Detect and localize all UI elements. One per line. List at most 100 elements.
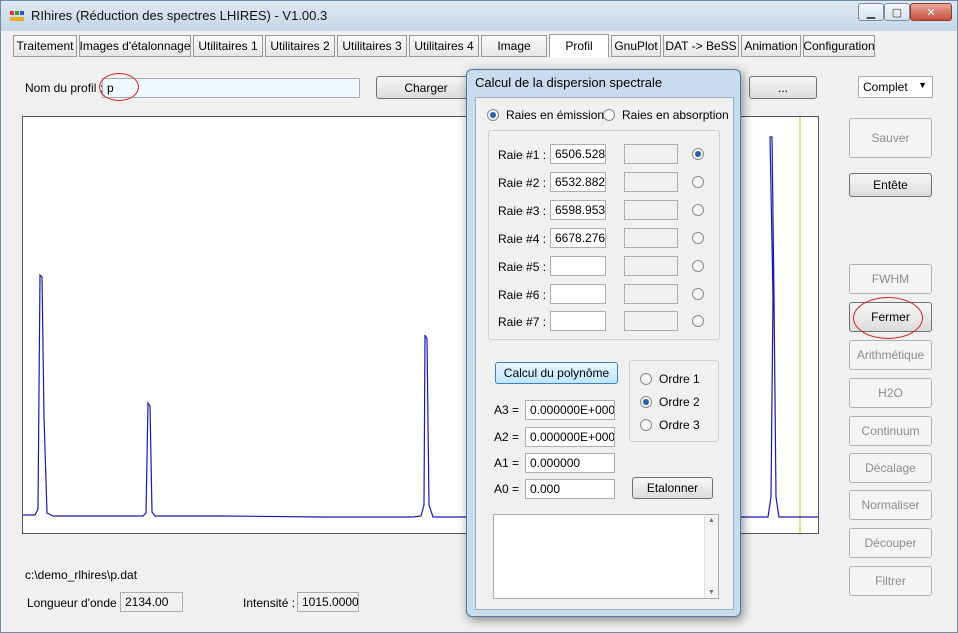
absorption-label: Raies en absorption: [622, 108, 729, 122]
normalize-button[interactable]: Normaliser: [849, 490, 932, 520]
tab-utilitaires-4[interactable]: Utilitaires 4: [409, 35, 479, 57]
mode-select[interactable]: Complet ▼: [858, 76, 933, 98]
browse-button[interactable]: ...: [749, 76, 817, 99]
coeff-a2-field[interactable]: 0.000000E+000: [525, 427, 615, 447]
order-3-radio[interactable]: [640, 419, 652, 431]
filter-button[interactable]: Filtrer: [849, 566, 932, 596]
dialog-title: Calcul de la dispersion spectrale: [475, 75, 663, 90]
tab-dat-bess[interactable]: DAT -> BeSS: [663, 35, 739, 57]
coeff-a3-label: A3 =: [494, 403, 520, 417]
close-icon: ✕: [926, 6, 936, 19]
line-3-result: [624, 200, 678, 220]
order-3-label: Ordre 3: [659, 418, 700, 432]
order-2-label: Ordre 2: [659, 395, 700, 409]
maximize-icon: ▢: [891, 6, 903, 19]
tab-utilitaires-3[interactable]: Utilitaires 3: [337, 35, 407, 57]
line-1-result: [624, 144, 678, 164]
cut-button[interactable]: Découper: [849, 528, 932, 558]
coeff-a0-field[interactable]: 0.000: [525, 479, 615, 499]
line-6-result: [624, 284, 678, 304]
line-3-radio[interactable]: [692, 204, 704, 216]
app-icon: [9, 8, 25, 24]
scroll-up-icon[interactable]: ▲: [708, 517, 715, 524]
absorption-radio[interactable]: [603, 109, 615, 121]
shift-button[interactable]: Décalage: [849, 453, 932, 483]
log-textarea[interactable]: ▲ ▼: [493, 514, 719, 599]
line-7-result: [624, 311, 678, 331]
line-4-radio[interactable]: [692, 232, 704, 244]
chevron-down-icon: ▼: [918, 80, 927, 90]
intensity-value: 1015.0000: [297, 592, 359, 612]
line-5-input[interactable]: [550, 256, 606, 276]
load-button[interactable]: Charger: [376, 76, 476, 99]
line-4-input[interactable]: 6678.276: [550, 228, 606, 248]
tab-configuration[interactable]: Configuration: [803, 35, 875, 57]
continuum-button[interactable]: Continuum: [849, 416, 932, 446]
tab-profil[interactable]: Profil: [549, 34, 609, 58]
coeff-a3-field[interactable]: 0.000000E+000: [525, 400, 615, 420]
main-window: RIhires (Réduction des spectres LHIRES) …: [0, 0, 958, 633]
arithmetic-button[interactable]: Arithmétique: [849, 340, 932, 370]
profile-name-input[interactable]: p: [102, 78, 360, 98]
calibrate-button[interactable]: Etalonner: [632, 477, 713, 499]
line-4-label: Raie #4 :: [498, 232, 547, 246]
polynomial-button[interactable]: Calcul du polynôme: [495, 362, 618, 384]
line-3-input[interactable]: 6598.953: [550, 200, 606, 220]
line-1-radio[interactable]: [692, 148, 704, 160]
intensity-label: Intensité :: [243, 596, 296, 610]
minimize-button[interactable]: ▁: [858, 3, 884, 21]
scroll-down-icon[interactable]: ▼: [708, 589, 715, 596]
emission-label: Raies en émission: [506, 108, 605, 122]
wavelength-value: 2134.00: [120, 592, 183, 612]
dialog-body: Raies en émission Raies en absorption Ra…: [475, 97, 734, 610]
coeff-a1-label: A1 =: [494, 456, 520, 470]
tab-utilitaires-1[interactable]: Utilitaires 1: [193, 35, 263, 57]
tab-gnuplot[interactable]: GnuPlot: [611, 35, 661, 57]
maximize-button[interactable]: ▢: [884, 3, 910, 21]
order-1-radio[interactable]: [640, 373, 652, 385]
title-bar[interactable]: RIhires (Réduction des spectres LHIRES) …: [1, 1, 957, 31]
line-2-input[interactable]: 6532.882: [550, 172, 606, 192]
h2o-button[interactable]: H2O: [849, 378, 932, 408]
line-7-input[interactable]: [550, 311, 606, 331]
fwhm-button[interactable]: FWHM: [849, 264, 932, 294]
tab-traitement[interactable]: Traitement: [13, 35, 77, 57]
line-7-label: Raie #7 :: [498, 315, 547, 329]
coeff-a1-field[interactable]: 0.000000: [525, 453, 615, 473]
line-7-radio[interactable]: [692, 315, 704, 327]
line-5-result: [624, 256, 678, 276]
coeff-a0-label: A0 =: [494, 482, 520, 496]
order-2-radio[interactable]: [640, 396, 652, 408]
file-path: c:\demo_rlhires\p.dat: [25, 568, 138, 582]
tab-images-etalonnage[interactable]: Images d'étalonnage: [79, 35, 191, 57]
order-1-label: Ordre 1: [659, 372, 700, 386]
log-scrollbar[interactable]: ▲ ▼: [704, 515, 718, 598]
line-6-label: Raie #6 :: [498, 288, 547, 302]
tab-animation[interactable]: Animation: [741, 35, 801, 57]
mode-select-value: Complet: [863, 80, 908, 94]
line-1-label: Raie #1 :: [498, 148, 547, 162]
emission-radio[interactable]: [487, 109, 499, 121]
tab-utilitaires-2[interactable]: Utilitaires 2: [265, 35, 335, 57]
line-5-label: Raie #5 :: [498, 260, 547, 274]
line-6-input[interactable]: [550, 284, 606, 304]
window-title: RIhires (Réduction des spectres LHIRES) …: [31, 8, 328, 23]
line-2-label: Raie #2 :: [498, 176, 547, 190]
close-window-button[interactable]: ✕: [910, 3, 952, 21]
line-5-radio[interactable]: [692, 260, 704, 272]
wavelength-label: Longueur d'onde :: [27, 596, 124, 610]
line-4-result: [624, 228, 678, 248]
save-button[interactable]: Sauver: [849, 118, 932, 158]
header-button[interactable]: Entête: [849, 173, 932, 197]
minimize-icon: ▁: [866, 6, 876, 19]
line-1-input[interactable]: 6506.528: [550, 144, 606, 164]
line-2-radio[interactable]: [692, 176, 704, 188]
tab-image[interactable]: Image: [481, 35, 547, 57]
line-2-result: [624, 172, 678, 192]
line-3-label: Raie #3 :: [498, 204, 547, 218]
line-6-radio[interactable]: [692, 288, 704, 300]
annotation-circle: [853, 297, 923, 339]
annotation-circle: [99, 73, 139, 101]
dispersion-dialog: Calcul de la dispersion spectrale Raies …: [466, 69, 741, 617]
coeff-a2-label: A2 =: [494, 430, 520, 444]
